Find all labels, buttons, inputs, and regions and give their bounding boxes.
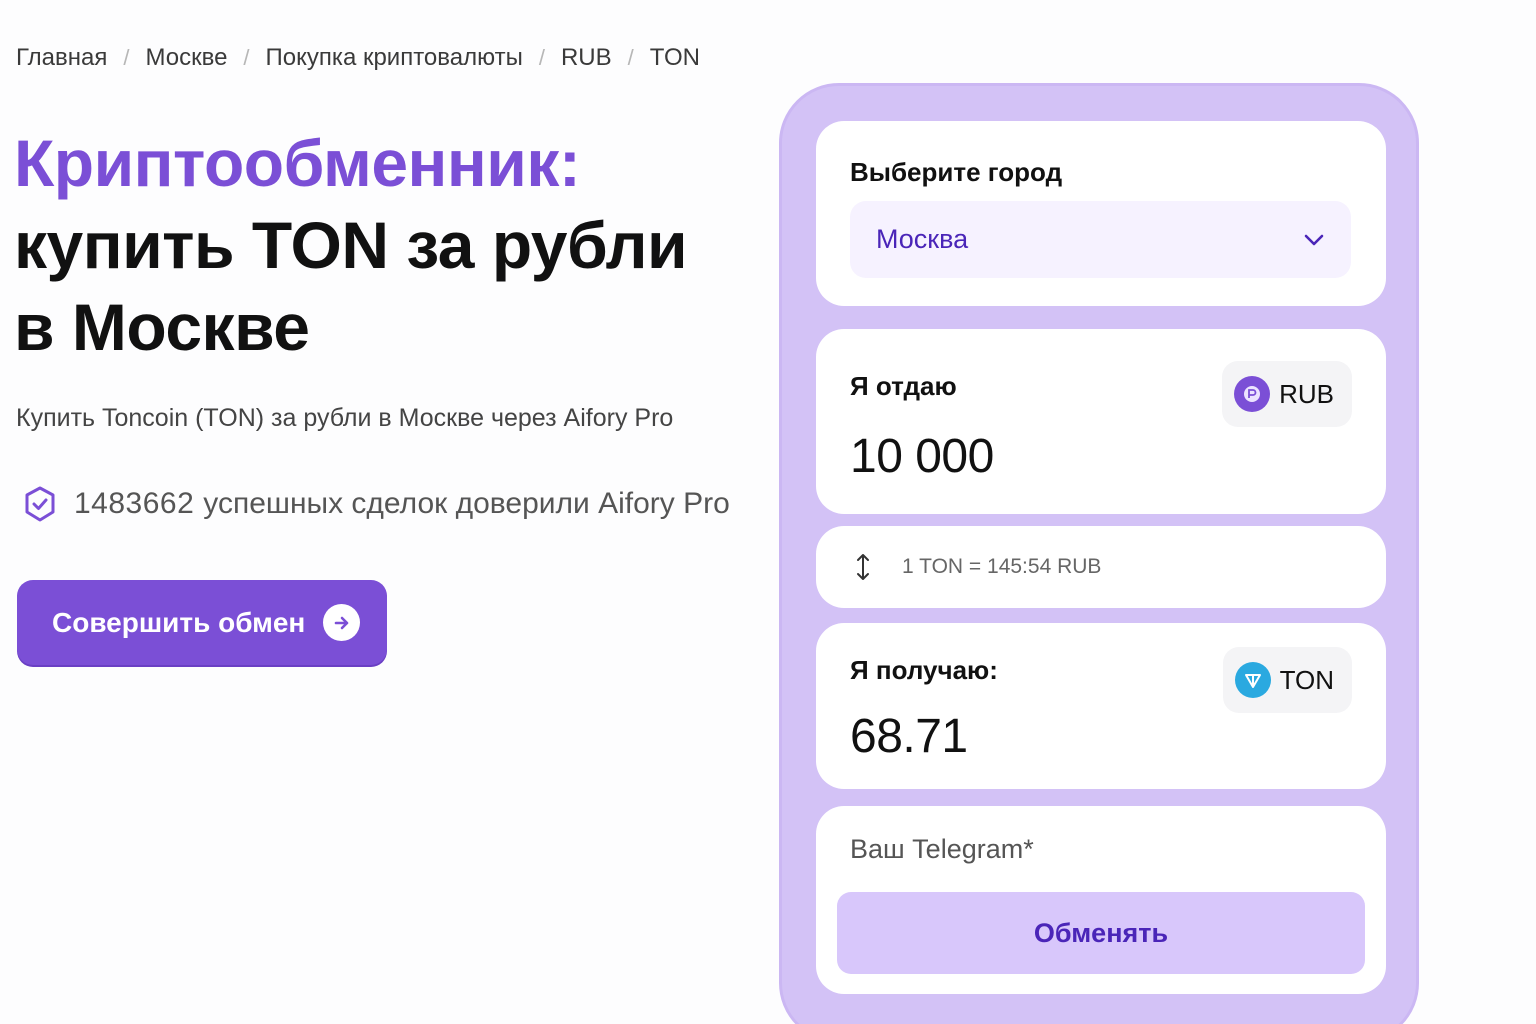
page-title-line-2: в Москве [14,290,310,364]
exchange-cta-label: Совершить обмен [52,606,306,638]
trust-badge: 1483662 успешных сделок доверили Aifory … [20,484,730,524]
telegram-input[interactable] [850,834,1350,865]
breadcrumb-separator: / [123,45,130,70]
give-card: Я отдаю 10 000 RUB [816,329,1386,514]
city-select-value: Москва [876,224,969,254]
ton-coin-icon [1234,662,1271,698]
give-currency-selector[interactable]: RUB [1222,361,1352,427]
trust-count: 1483662 [74,487,195,520]
telegram-card: Обменять [816,806,1386,994]
breadcrumb-separator: / [538,45,545,70]
city-card: Выберите город Москва [816,121,1386,306]
trust-text: успешных сделок доверили Aifory Pro [203,487,730,520]
page-title: Криптообменник: купить TON за рубли в Мо… [14,122,734,368]
give-amount-input[interactable]: 10 000 [850,429,994,484]
get-currency-label: TON [1279,664,1334,695]
city-select[interactable]: Москва [850,201,1351,278]
breadcrumb-ton: TON [649,44,700,71]
rate-card: 1 TON = 145:54 RUB [816,526,1386,608]
rate-row: 1 TON = 145:54 RUB [850,526,1101,608]
chevron-down-icon [1304,234,1324,245]
breadcrumb-separator: / [243,45,250,70]
breadcrumb-crypto-purchase[interactable]: Покупка криптовалюты [266,44,523,72]
city-label: Выберите город [850,157,1063,187]
breadcrumb: Главная / Москве / Покупка криптовалюты … [16,44,700,72]
give-label: Я отдаю [850,371,957,401]
page-subtitle: Купить Toncoin (TON) за рубли в Москве ч… [16,404,674,432]
get-card: Я получаю: 68.71 TON [816,623,1386,789]
breadcrumb-separator: / [627,45,634,70]
arrow-right-icon [323,604,361,641]
page-title-line-1: купить TON за рубли [14,208,688,282]
shield-check-icon [25,486,55,522]
page-title-accent: Криптообменник: [14,126,581,200]
exchange-rate-text: 1 TON = 145:54 RUB [902,555,1102,578]
breadcrumb-city[interactable]: Москве [145,44,227,72]
submit-exchange-button[interactable]: Обменять [837,892,1365,974]
exchange-widget: Выберите город Москва Я отдаю 10 000 RUB [779,83,1419,1024]
get-label: Я получаю: [850,655,998,685]
give-currency-label: RUB [1279,378,1334,409]
breadcrumb-rub[interactable]: RUB [561,44,612,72]
exchange-cta-button[interactable]: Совершить обмен [17,580,387,665]
get-currency-selector[interactable]: TON [1222,647,1352,713]
swap-vertical-icon[interactable] [850,552,876,582]
page: Главная / Москве / Покупка криптовалюты … [0,0,1536,1024]
rub-coin-icon [1234,376,1271,412]
breadcrumb-home[interactable]: Главная [16,44,107,72]
get-amount: 68.71 [850,710,968,763]
